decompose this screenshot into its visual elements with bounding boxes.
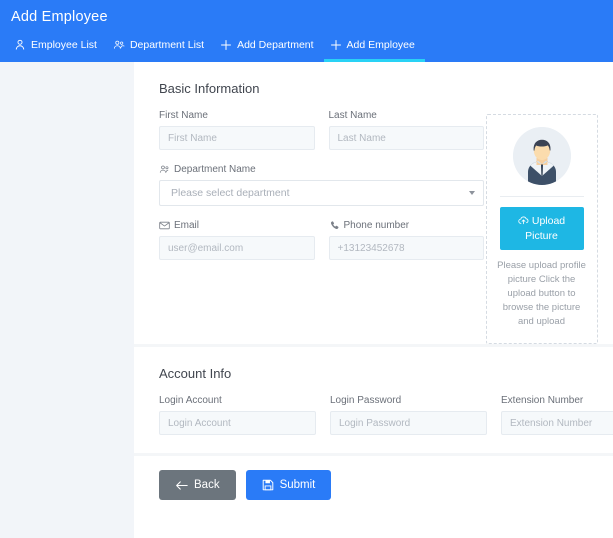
page-title: Add Employee bbox=[11, 9, 108, 25]
tab-bar: Employee List Department List Add Depart… bbox=[0, 34, 613, 62]
cloud-upload-icon bbox=[518, 215, 529, 229]
back-button-label: Back bbox=[194, 479, 220, 491]
email-label-text: Email bbox=[174, 220, 200, 231]
contact-row: Email Phone number bbox=[159, 206, 484, 260]
tab-department-list[interactable]: Department List bbox=[107, 34, 214, 62]
login-account-label: Login Account bbox=[159, 395, 222, 406]
envelope-icon bbox=[159, 220, 170, 231]
email-label: Email bbox=[159, 220, 315, 231]
last-name-label: Last Name bbox=[328, 110, 377, 121]
phone-icon bbox=[329, 220, 340, 231]
phone-group: Phone number bbox=[328, 206, 485, 260]
name-row: First Name Last Name bbox=[159, 96, 484, 150]
save-icon bbox=[262, 479, 274, 491]
login-account-input[interactable] bbox=[159, 411, 316, 435]
account-info-section: Account Info Login Account Login Passwor… bbox=[134, 347, 613, 453]
form-footer: Back Submit bbox=[134, 456, 613, 500]
page-body: Basic Information First Name Last Name bbox=[0, 62, 613, 538]
login-account-group: Login Account bbox=[159, 381, 316, 435]
upload-hint-text: Please upload profile picture Click the … bbox=[497, 260, 586, 327]
arrow-left-icon bbox=[175, 480, 188, 491]
tab-add-department[interactable]: Add Department bbox=[214, 34, 323, 62]
last-name-input[interactable] bbox=[328, 126, 484, 150]
phone-label: Phone number bbox=[329, 220, 485, 231]
submit-button-label: Submit bbox=[279, 479, 316, 491]
chevron-down-icon bbox=[469, 191, 475, 195]
upload-panel-column: Upload Picture Please upload profile pic… bbox=[484, 96, 599, 344]
department-label: Department Name bbox=[159, 164, 484, 175]
first-name-group: First Name bbox=[159, 96, 315, 150]
upload-button-label: Upload Picture bbox=[525, 215, 566, 242]
phone-label-text: Phone number bbox=[343, 220, 410, 231]
email-input[interactable] bbox=[159, 236, 315, 260]
submit-button[interactable]: Submit bbox=[245, 470, 332, 500]
extension-number-input[interactable] bbox=[501, 411, 613, 435]
login-password-label: Login Password bbox=[330, 395, 402, 406]
avatar-divider bbox=[499, 196, 584, 197]
back-button[interactable]: Back bbox=[159, 470, 236, 500]
tab-label: Add Employee bbox=[346, 39, 415, 51]
tab-add-employee[interactable]: Add Employee bbox=[323, 34, 426, 62]
department-select[interactable]: Please select department bbox=[159, 180, 484, 206]
department-group: Department Name Please select department bbox=[159, 150, 484, 206]
tab-label: Department List bbox=[129, 39, 205, 51]
department-selected-value: Please select department bbox=[171, 187, 290, 199]
plus-icon bbox=[220, 39, 232, 51]
basic-fields-column: First Name Last Name bbox=[148, 96, 484, 344]
login-password-input[interactable] bbox=[330, 411, 487, 435]
upload-picture-panel[interactable]: Upload Picture Please upload profile pic… bbox=[485, 114, 598, 344]
plus-icon bbox=[330, 39, 342, 51]
extension-number-label: Extension Number bbox=[501, 395, 584, 406]
upload-picture-button[interactable]: Upload Picture bbox=[499, 207, 584, 250]
email-group: Email bbox=[159, 206, 315, 260]
first-name-label: First Name bbox=[159, 110, 208, 121]
phone-input[interactable] bbox=[328, 236, 484, 260]
users-icon bbox=[159, 164, 170, 175]
department-label-text: Department Name bbox=[174, 164, 256, 175]
login-password-group: Login Password bbox=[330, 381, 487, 435]
account-fields-row: Login Account Login Password Extension N… bbox=[159, 381, 613, 435]
first-name-input[interactable] bbox=[159, 126, 315, 150]
account-info-title: Account Info bbox=[159, 366, 232, 381]
extension-number-group: Extension Number bbox=[501, 381, 613, 435]
form-card: Basic Information First Name Last Name bbox=[134, 62, 613, 538]
users-icon bbox=[113, 39, 125, 51]
department-row: Department Name Please select department bbox=[159, 150, 484, 206]
app-header: Add Employee Employee List Department Li… bbox=[0, 0, 613, 62]
tab-label: Add Department bbox=[237, 39, 314, 51]
user-icon bbox=[14, 39, 26, 51]
basic-information-section: Basic Information First Name Last Name bbox=[134, 62, 613, 344]
last-name-group: Last Name bbox=[328, 96, 484, 150]
tab-employee-list[interactable]: Employee List bbox=[8, 34, 107, 62]
tab-label: Employee List bbox=[31, 39, 97, 51]
avatar bbox=[512, 127, 571, 185]
basic-information-title: Basic Information bbox=[159, 81, 260, 96]
